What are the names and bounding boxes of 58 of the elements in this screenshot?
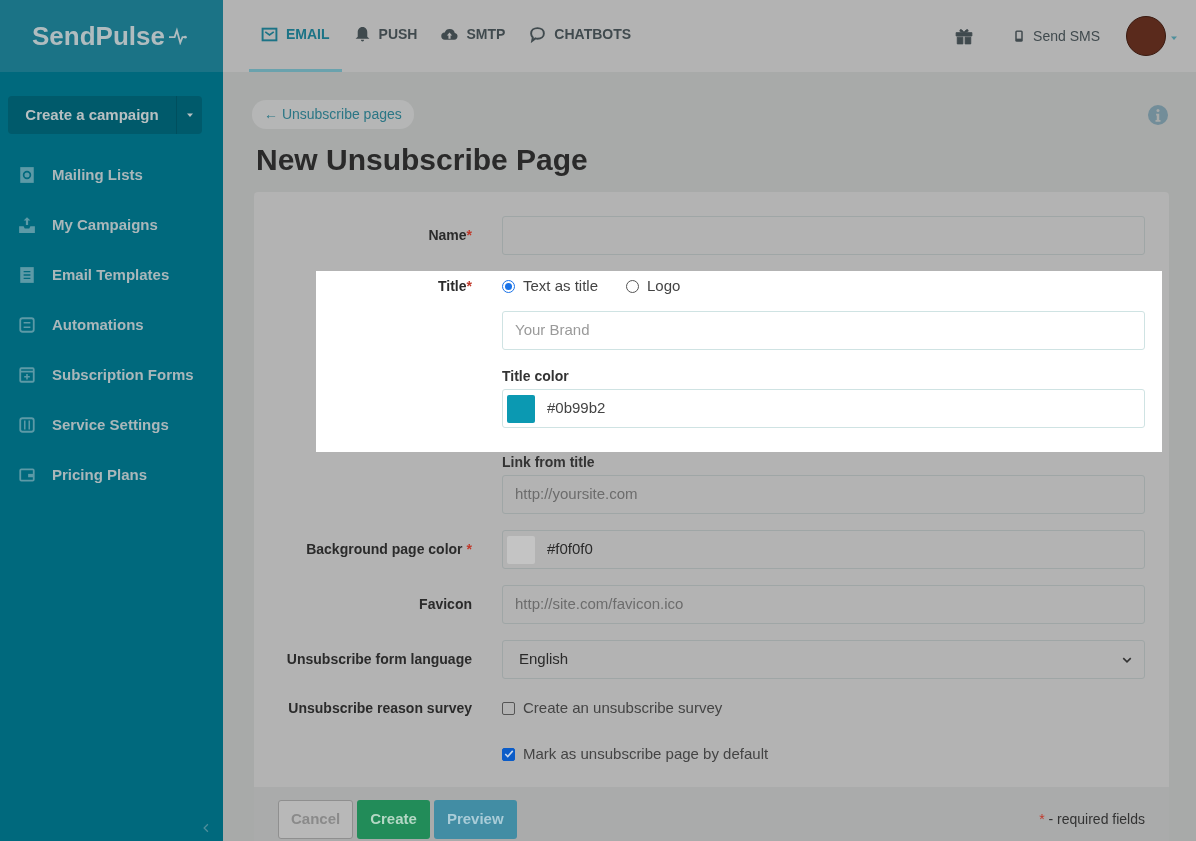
page-title: New Unsubscribe Page <box>256 142 589 178</box>
checkbox[interactable] <box>502 747 515 761</box>
nav-tab[interactable]: EMAIL <box>249 0 342 72</box>
logo-text: SendPulse <box>32 19 165 53</box>
cloud-upload-icon <box>441 26 459 43</box>
radio-option[interactable]: Text as title <box>502 274 599 298</box>
text-field[interactable]: http://site.com/favicon.ico <box>502 585 1145 624</box>
nav-tab[interactable]: PUSH <box>341 0 430 72</box>
create-button[interactable]: Create <box>357 799 430 839</box>
avatar[interactable] <box>1126 16 1166 56</box>
nav-tab[interactable]: SMTP <box>429 0 518 72</box>
upload-tray-icon <box>18 216 36 234</box>
sidebar-item[interactable]: Mailing Lists <box>0 150 223 200</box>
sidebar-item[interactable]: Subscription Forms <box>0 350 223 400</box>
form-icon <box>18 366 36 384</box>
phone-icon <box>1013 28 1026 44</box>
color-field[interactable]: #f0f0f0 <box>502 530 1145 569</box>
wallet-icon <box>18 466 36 484</box>
list-icon <box>18 166 36 184</box>
field-label: Unsubscribe reason survey <box>288 699 472 716</box>
preview-button[interactable]: Preview <box>433 799 517 839</box>
check-icon <box>503 749 514 759</box>
collapse-chevron-icon[interactable] <box>201 821 211 835</box>
checkbox-label[interactable]: Mark as unsubscribe page by default <box>523 742 769 766</box>
text-field[interactable]: http://yoursite.com <box>502 475 1145 514</box>
sidebar-item[interactable]: Service Settings <box>0 400 223 450</box>
nav-tab[interactable]: CHATBOTS <box>517 0 644 72</box>
create-campaign-button[interactable]: Create a campaign <box>8 96 202 134</box>
sidebar-item[interactable]: Automations <box>0 300 223 350</box>
mail-icon <box>261 26 278 43</box>
checkbox-label[interactable]: Create an unsubscribe survey <box>523 696 723 720</box>
sidebar-item[interactable]: Email Templates <box>0 250 223 300</box>
required-note: * - required fields <box>1039 809 1145 829</box>
radio-option[interactable]: Logo <box>626 274 681 298</box>
template-icon <box>18 266 36 284</box>
chat-bubble-icon <box>529 26 547 43</box>
color-field[interactable]: #0b99b2 <box>502 389 1145 428</box>
sidebar-item[interactable]: My Campaigns <box>0 200 223 250</box>
text-field[interactable]: Your Brand <box>502 311 1145 350</box>
field-label: Background page color * <box>306 541 472 557</box>
field-label: Title color <box>502 368 569 384</box>
field-label: Name* <box>428 227 472 243</box>
language-select[interactable]: English <box>502 640 1145 679</box>
checkbox[interactable] <box>502 701 515 715</box>
sidebar-item[interactable]: Pricing Plans <box>0 450 223 500</box>
field-label: Link from title <box>502 454 595 470</box>
field-label: Title* <box>438 277 472 294</box>
field-label: Unsubscribe form language <box>286 651 472 667</box>
breadcrumb-link[interactable]: ← Unsubscribe pages <box>252 100 414 129</box>
field-label: Favicon <box>419 596 472 612</box>
gift-icon[interactable] <box>955 27 974 45</box>
color-swatch[interactable] <box>507 394 535 423</box>
sliders-icon <box>18 416 36 434</box>
flow-icon <box>18 316 36 334</box>
caret-icon[interactable] <box>1170 34 1178 42</box>
caret-icon[interactable] <box>185 111 194 119</box>
bell-icon <box>353 26 371 43</box>
send-sms-link[interactable]: Send SMS <box>1013 25 1100 47</box>
